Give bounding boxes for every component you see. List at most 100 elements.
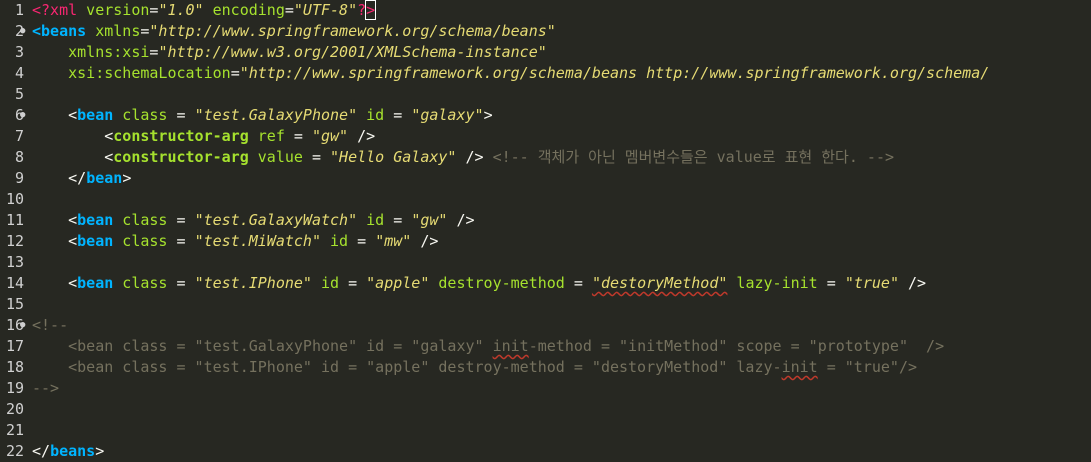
code-token: id bbox=[321, 232, 349, 250]
code-text: <bean class = "test.GalaxyPhone" id = "g… bbox=[32, 336, 944, 357]
code-token: < bbox=[32, 106, 78, 124]
code-token: xmlns bbox=[86, 22, 141, 40]
code-text: </beans> bbox=[32, 441, 104, 462]
code-token: "test.IPhone" bbox=[194, 274, 312, 292]
code-line[interactable]: 10 bbox=[0, 189, 1091, 210]
line-number: 22 bbox=[5, 442, 24, 460]
code-token: < bbox=[32, 211, 78, 229]
code-line[interactable]: 15 bbox=[0, 294, 1091, 315]
code-token: <!-- 객체가 아닌 멤버변수들은 value로 표현 한다. --> bbox=[483, 148, 895, 166]
line-number: 8 bbox=[14, 148, 24, 166]
code-token: > bbox=[365, 0, 377, 20]
line-number: 1 bbox=[14, 1, 24, 19]
code-token: = bbox=[817, 274, 845, 292]
code-token: /> bbox=[348, 127, 376, 145]
line-number: 5 bbox=[14, 85, 24, 103]
code-token: "Hello Galaxy" bbox=[330, 148, 457, 166]
code-token: lazy-init bbox=[727, 274, 818, 292]
line-number: 21 bbox=[5, 421, 24, 439]
code-token: encoding bbox=[203, 1, 285, 19]
code-token: < bbox=[32, 274, 78, 292]
code-token: "gw" bbox=[311, 127, 349, 145]
fold-toggle-icon[interactable]: ● bbox=[20, 21, 30, 42]
line-number: 18 bbox=[5, 358, 24, 376]
code-token: < bbox=[32, 22, 42, 40]
line-number: 13 bbox=[5, 253, 24, 271]
code-token: "UTF-8" bbox=[293, 1, 358, 19]
code-line[interactable]: 2 ● <beans xmlns="http://www.springframewo… bbox=[0, 21, 1091, 42]
code-token: "http://www.w3.org/2001/XMLSchema-instan… bbox=[158, 43, 547, 61]
code-line[interactable]: 11 <bean class = "test.GalaxyWatch" id =… bbox=[0, 210, 1091, 231]
code-token: "apple" bbox=[366, 274, 430, 292]
code-line[interactable]: 13 bbox=[0, 252, 1091, 273]
code-token: = bbox=[302, 148, 331, 166]
code-token: < bbox=[32, 148, 114, 166]
code-text: xmlns:xsi="http://www.w3.org/2001/XMLSch… bbox=[32, 42, 547, 63]
code-token: "1.0" bbox=[158, 1, 204, 19]
code-text: <beans xmlns="http://www.springframework… bbox=[32, 21, 556, 42]
code-line[interactable]: 3 xmlns:xsi="http://www.w3.org/2001/XMLS… bbox=[0, 42, 1091, 63]
line-number: 20 bbox=[5, 400, 24, 418]
code-line[interactable]: 16 ● <!-- bbox=[0, 315, 1091, 336]
code-text: <bean class = "test.GalaxyPhone" id = "g… bbox=[32, 105, 493, 126]
code-line[interactable]: 5 bbox=[0, 84, 1091, 105]
code-text: --> bbox=[32, 378, 59, 399]
code-token: = bbox=[167, 274, 195, 292]
code-line[interactable]: 21 bbox=[0, 420, 1091, 441]
fold-toggle-icon[interactable]: ● bbox=[20, 315, 30, 336]
code-token: class bbox=[113, 232, 168, 250]
code-token: = bbox=[230, 64, 240, 82]
code-line[interactable]: 17 <bean class = "test.GalaxyPhone" id =… bbox=[0, 336, 1091, 357]
code-token: destroy-method bbox=[429, 274, 565, 292]
code-token: </ bbox=[32, 169, 87, 187]
code-token: = bbox=[348, 232, 376, 250]
code-line[interactable]: 6 ● <bean class = "test.GalaxyPhone" id =… bbox=[0, 105, 1091, 126]
code-token: "true" bbox=[844, 274, 899, 292]
code-text: <constructor-arg ref = "gw" /> bbox=[32, 126, 375, 147]
code-token: /> bbox=[899, 274, 927, 292]
code-text: <!-- bbox=[32, 315, 68, 336]
line-number: 15 bbox=[5, 295, 24, 313]
code-token: > bbox=[483, 106, 493, 124]
code-token: <bean class = "test.IPhone" id = "apple"… bbox=[32, 358, 782, 376]
code-text: xsi:schemaLocation="http://www.springfra… bbox=[32, 63, 989, 84]
code-token: xsi:schemaLocation bbox=[32, 64, 231, 82]
code-text: <?xml version="1.0" encoding="UTF-8"?> bbox=[32, 0, 377, 21]
fold-toggle-icon[interactable]: ● bbox=[20, 105, 30, 126]
code-token: constructor-arg bbox=[113, 127, 249, 145]
code-line[interactable]: 9 </bean> bbox=[0, 168, 1091, 189]
line-number: 9 bbox=[14, 169, 24, 187]
code-token: "gw" bbox=[411, 211, 448, 229]
code-token: = bbox=[167, 232, 195, 250]
code-token: "test.GalaxyWatch" bbox=[194, 211, 358, 229]
line-number: 4 bbox=[14, 64, 24, 82]
code-token: "http://www.springframework.org/schema/b… bbox=[149, 22, 556, 40]
code-token: version bbox=[77, 1, 150, 19]
code-token: "test.GalaxyPhone" bbox=[194, 106, 358, 124]
code-line[interactable]: 8 <constructor-arg value = "Hello Galaxy… bbox=[0, 147, 1091, 168]
code-line[interactable]: 22 </beans> bbox=[0, 441, 1091, 462]
code-line[interactable]: 19 --> bbox=[0, 378, 1091, 399]
code-line[interactable]: 14 <bean class = "test.IPhone" id = "app… bbox=[0, 273, 1091, 294]
code-token: = bbox=[384, 211, 412, 229]
code-line[interactable]: 4 xsi:schemaLocation="http://www.springf… bbox=[0, 63, 1091, 84]
line-number: 14 bbox=[5, 274, 24, 292]
code-line[interactable]: 7 <constructor-arg ref = "gw" /> bbox=[0, 126, 1091, 147]
code-token: = bbox=[564, 274, 592, 292]
code-line[interactable]: 18 <bean class = "test.IPhone" id = "app… bbox=[0, 357, 1091, 378]
code-line[interactable]: 20 bbox=[0, 399, 1091, 420]
code-token: "mw" bbox=[375, 232, 412, 250]
code-text: <bean class = "test.IPhone" id = "apple"… bbox=[32, 273, 926, 294]
line-number: 19 bbox=[5, 379, 24, 397]
code-token: id bbox=[357, 211, 385, 229]
code-token: "galaxy" bbox=[411, 106, 484, 124]
code-token: = bbox=[284, 127, 312, 145]
code-token: --> bbox=[32, 379, 60, 397]
code-token: class bbox=[113, 274, 168, 292]
code-line[interactable]: 1 <?xml version="1.0" encoding="UTF-8"?> bbox=[0, 0, 1091, 21]
code-token: bean bbox=[77, 106, 114, 124]
code-editor[interactable]: 1 <?xml version="1.0" encoding="UTF-8"?> 2… bbox=[0, 0, 1091, 460]
code-line[interactable]: 12 <bean class = "test.MiWatch" id = "mw… bbox=[0, 231, 1091, 252]
code-token: <bean class = "test.GalaxyPhone" id = "g… bbox=[32, 337, 493, 355]
code-token: xmlns:xsi bbox=[32, 43, 150, 61]
